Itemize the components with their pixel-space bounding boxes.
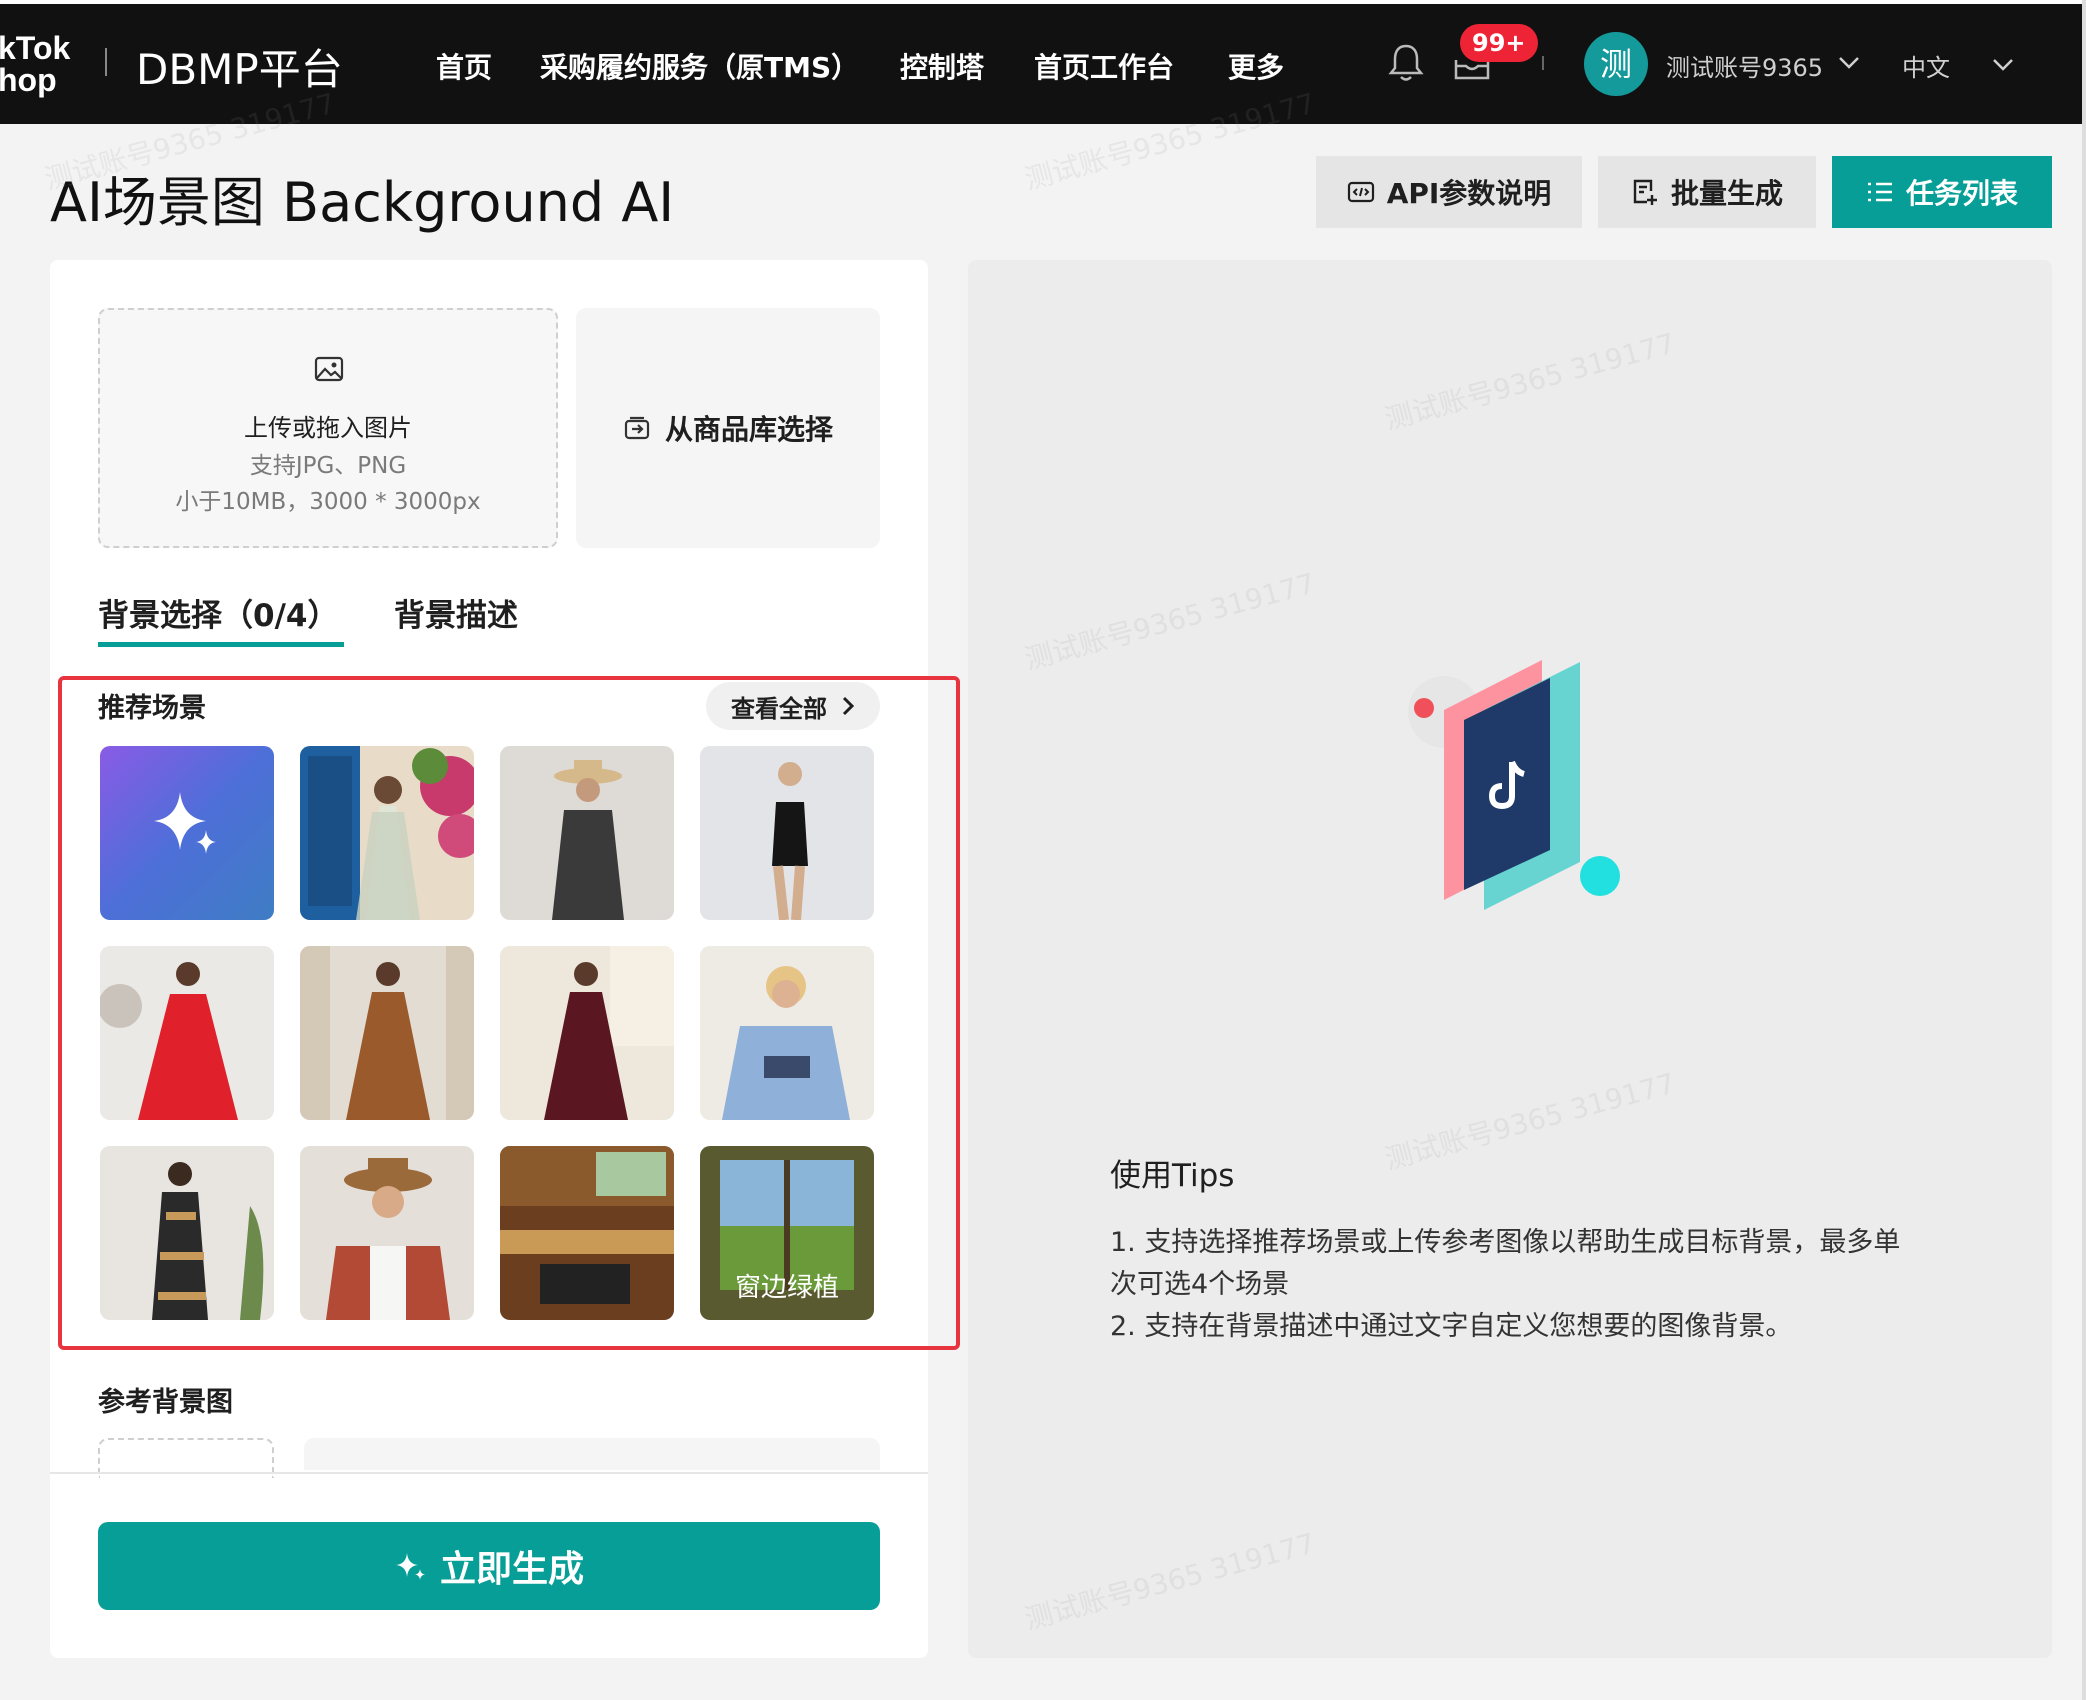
nav-workbench[interactable]: 首页工作台 [1034, 46, 1174, 86]
scene-image [300, 746, 474, 920]
scene-image [100, 946, 274, 1120]
nav-more[interactable]: 更多 [1228, 46, 1284, 86]
image-icon [314, 356, 344, 382]
topbar-divider [1542, 56, 1544, 70]
task-list-label: 任务列表 [1905, 177, 2018, 210]
scene-image [300, 946, 474, 1120]
batch-generate-label: 批量生成 [1670, 177, 1783, 210]
chevron-down-icon[interactable] [1838, 56, 1860, 70]
select-from-library-button[interactable]: 从商品库选择 [576, 308, 880, 548]
sparkle-icon [395, 1553, 425, 1580]
scene-ai-custom[interactable] [100, 746, 274, 920]
library-label: 从商品库选择 [664, 413, 833, 446]
scene-caption: 窗边绿植 [734, 1273, 839, 1303]
tab-background-description[interactable]: 背景描述 [394, 590, 518, 635]
empty-state-illustration [1408, 660, 1620, 910]
nav-procurement[interactable]: 采购履约服务（原TMS） [540, 46, 859, 86]
upload-formats: 支持JPG、PNG [249, 453, 407, 479]
library-icon [624, 416, 650, 440]
logo-text-second-line[interactable]: hop [0, 62, 57, 99]
chevron-down-icon[interactable] [1992, 58, 2014, 72]
bell-icon[interactable] [1386, 40, 1426, 84]
image-upload-dropzone[interactable]: 上传或拖入图片 支持JPG、PNG 小于10MB，3000 * 3000px [98, 308, 558, 548]
scene-image [100, 1146, 274, 1320]
reference-input-area[interactable] [304, 1438, 880, 1470]
view-all-button[interactable]: 查看全部 [706, 682, 880, 730]
top-navigation-bar: kTok hop DBMP平台 首页 采购履约服务（原TMS） 控制塔 首页工作… [0, 0, 2086, 124]
platform-name[interactable]: DBMP平台 [136, 36, 343, 97]
upload-title: 上传或拖入图片 [244, 414, 412, 442]
scene-hat-plaid-shirt[interactable] [300, 1146, 474, 1320]
tab-background-selection[interactable]: 背景选择（0/4） [98, 590, 338, 635]
preview-panel [968, 260, 2052, 1658]
view-all-label: 查看全部 [731, 694, 827, 723]
tip-item: 1. 支持选择推荐场景或上传参考图像以帮助生成目标背景，最多单次可选4个场景 [1110, 1227, 1901, 1300]
window-edge [0, 0, 2086, 4]
batch-generate-button[interactable]: 批量生成 [1598, 156, 1816, 228]
scene-black-bodycon[interactable] [700, 746, 874, 920]
active-tab-indicator [98, 642, 344, 647]
scene-image [700, 946, 874, 1120]
scene-image [500, 946, 674, 1120]
generate-label: 立即生成 [439, 1549, 584, 1590]
task-list-button[interactable]: 任务列表 [1832, 156, 2052, 228]
batch-add-icon [1633, 179, 1657, 205]
reference-background-title: 参考背景图 [98, 1387, 233, 1418]
scene-brown-dress-curtains[interactable] [300, 946, 474, 1120]
scene-burgundy-polka-dress[interactable] [500, 946, 674, 1120]
code-icon [1347, 181, 1374, 203]
list-icon [1867, 182, 1892, 202]
sparkle-icon [154, 792, 216, 854]
scene-image [500, 746, 674, 920]
scene-red-dress[interactable] [100, 946, 274, 1120]
tip-item: 2. 支持在背景描述中通过文字自定义您想要的图像背景。 [1110, 1311, 1793, 1342]
upload-limits: 小于10MB，3000 * 3000px [175, 489, 481, 515]
api-docs-button[interactable]: API参数说明 [1316, 156, 1582, 228]
scene-kitchen-counter[interactable] [500, 1146, 674, 1320]
scene-window-plants[interactable]: 窗边绿植 [700, 1146, 874, 1320]
notification-count-badge: 99+ [1460, 24, 1538, 62]
logo-divider [105, 48, 107, 76]
language-selector[interactable]: 中文 [1902, 48, 1950, 83]
scene-blue-tshirt[interactable] [700, 946, 874, 1120]
scene-hat-leopard-dress[interactable] [500, 746, 674, 920]
page-title: AI场景图 Background AI [50, 171, 675, 234]
scene-tropical-jumpsuit[interactable] [100, 1146, 274, 1320]
api-docs-label: API参数说明 [1386, 177, 1552, 210]
recommended-scenes-title: 推荐场景 [98, 693, 206, 724]
scene-blue-door-flowers[interactable] [300, 746, 474, 920]
avatar[interactable]: 测 [1584, 32, 1648, 96]
scene-image [700, 746, 874, 920]
account-name[interactable]: 测试账号9365 [1666, 48, 1823, 83]
chevron-right-icon [842, 696, 855, 716]
nav-control-tower[interactable]: 控制塔 [900, 46, 984, 86]
scene-image [300, 1146, 474, 1320]
nav-home[interactable]: 首页 [436, 46, 492, 86]
scene-image [500, 1146, 674, 1320]
generate-button[interactable]: 立即生成 [98, 1522, 880, 1610]
window-edge [2082, 0, 2086, 1700]
panel-divider [50, 1472, 928, 1474]
tips-title: 使用Tips [1110, 1158, 1235, 1194]
